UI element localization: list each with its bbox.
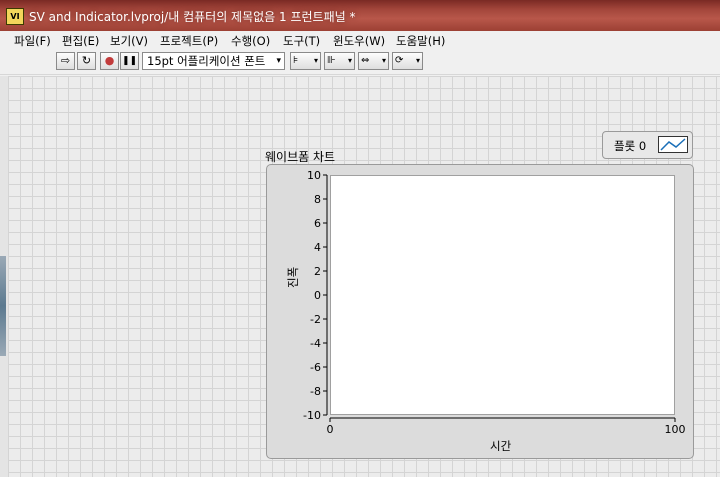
y-tick-label: -10 bbox=[303, 409, 321, 422]
y-tick-label: 6 bbox=[314, 217, 321, 230]
y-axis-label: 진폭 bbox=[286, 266, 300, 288]
x-axis-label: 시간 bbox=[490, 439, 512, 453]
y-tick-label: -4 bbox=[310, 337, 321, 350]
chart-axes: 10 8 6 4 2 0 -2 -4 -6 -8 -10 0 100 bbox=[303, 169, 686, 436]
y-tick-label: 8 bbox=[314, 193, 321, 206]
y-tick-label: -8 bbox=[310, 385, 321, 398]
x-tick-label: 100 bbox=[665, 423, 686, 436]
y-tick-label: -6 bbox=[310, 361, 321, 374]
x-tick-label: 0 bbox=[327, 423, 334, 436]
y-tick-label: -2 bbox=[310, 313, 321, 326]
y-axis: 10 8 6 4 2 0 -2 -4 -6 -8 -10 bbox=[303, 169, 328, 422]
x-axis: 0 100 bbox=[327, 417, 686, 436]
y-tick-label: 2 bbox=[314, 265, 321, 278]
y-tick-label: 0 bbox=[314, 289, 321, 302]
y-tick-label: 4 bbox=[314, 241, 321, 254]
y-tick-label: 10 bbox=[307, 169, 321, 182]
